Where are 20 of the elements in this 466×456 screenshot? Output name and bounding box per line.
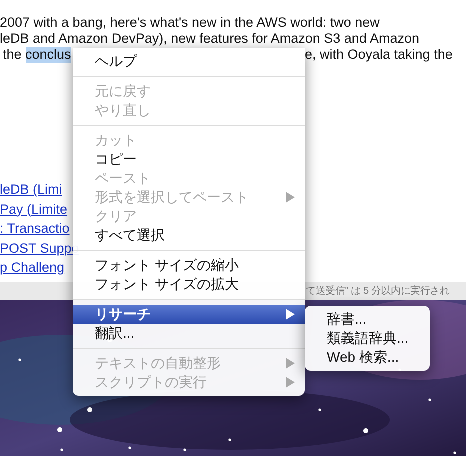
link[interactable]: leDB (Limi [0, 180, 62, 200]
menu-item[interactable]: すべて選択 [73, 226, 305, 245]
menu-item[interactable]: 類義語辞典... [305, 329, 430, 348]
body-text: leDB and Amazon DevPay), new features for Amazon S3 and Amazon [0, 31, 420, 47]
menu-item[interactable]: リサーチ [73, 305, 305, 324]
link[interactable]: : Transactio [0, 219, 70, 238]
menu-item[interactable]: フォント サイズの縮小 [73, 256, 305, 275]
menu-item[interactable]: フォント サイズの拡大 [73, 275, 305, 294]
body-text: e, with Ooyala taking the [305, 47, 453, 63]
menu-item[interactable]: コピー [73, 150, 305, 169]
menu-item[interactable]: ヘルプ [73, 52, 305, 71]
menu-item[interactable]: 辞書... [305, 310, 430, 329]
body-text: the [3, 47, 23, 63]
selected-text: conclus [26, 47, 72, 63]
status-text: て送受信" は 5 分以内に実行され [306, 284, 450, 298]
link[interactable]: Pay (Limite [0, 200, 68, 219]
menu-item[interactable]: Web 検索... [305, 348, 430, 367]
menu-item[interactable]: 翻訳... [73, 324, 305, 343]
body-text: 2007 with a bang, here's what's new in the AWS world: two new [0, 15, 381, 31]
link[interactable]: p Challeng [0, 258, 65, 278]
